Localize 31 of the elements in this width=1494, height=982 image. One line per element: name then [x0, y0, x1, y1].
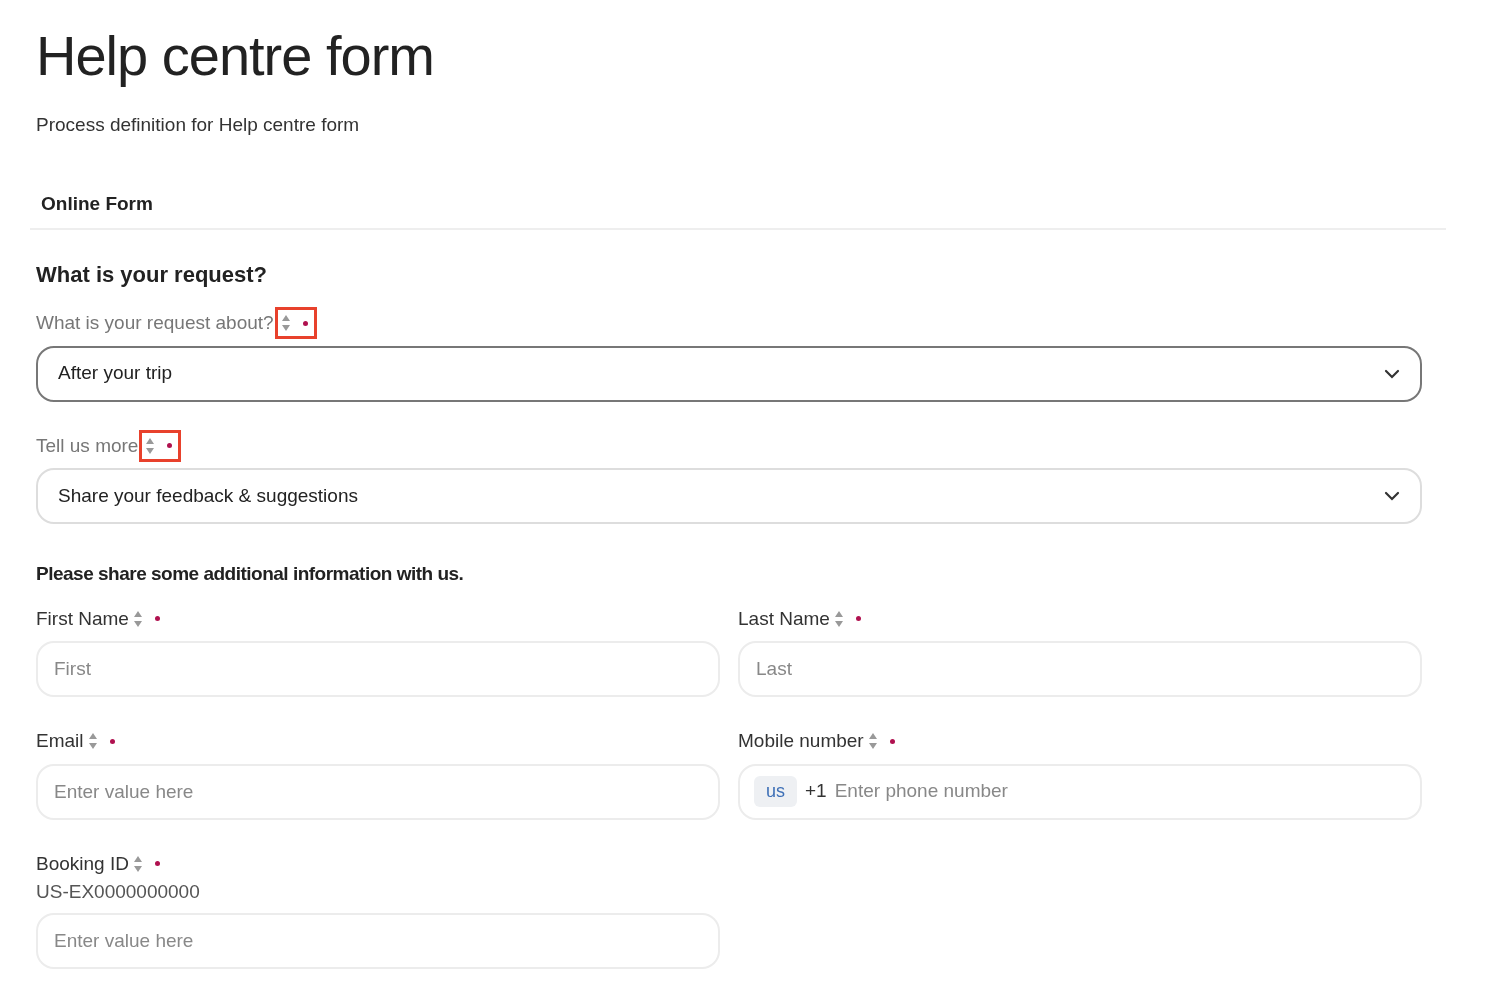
sort-icon[interactable]	[132, 609, 143, 628]
page-subtitle: Process definition for Help centre form	[36, 113, 361, 138]
input-field[interactable]: First	[36, 641, 720, 698]
sort-icon[interactable]	[867, 732, 878, 751]
country-code-button[interactable]: us	[754, 776, 797, 808]
field-label: First Name	[36, 606, 129, 631]
hint-text: US-EX0000000000	[36, 880, 201, 905]
dial-prefix: +1	[805, 779, 827, 804]
sort-icon[interactable]	[145, 436, 156, 455]
field-label: Email	[36, 729, 84, 754]
sort-icon[interactable]	[833, 609, 844, 628]
sort-icon[interactable]	[280, 314, 291, 333]
field-label: Mobile number	[738, 729, 864, 754]
input-field[interactable]: Enter value here	[36, 912, 720, 969]
select-field[interactable]: After your trip	[36, 345, 1422, 402]
select-field[interactable]: Share your feedback & suggestions	[36, 468, 1422, 525]
page-title: Help centre form	[36, 23, 435, 89]
chevron-down-icon	[1384, 491, 1400, 502]
section-heading: What is your request?	[36, 261, 269, 290]
sort-icon[interactable]	[132, 854, 143, 873]
field-label: Last Name	[738, 606, 830, 631]
field-label: Booking ID	[36, 851, 129, 876]
section-heading: Please share some additional information with us.	[36, 562, 465, 587]
chevron-down-icon	[1384, 368, 1400, 379]
field-label: What is your request about?	[36, 311, 274, 336]
input-field[interactable]: Enter value here	[36, 763, 720, 820]
sort-icon[interactable]	[87, 732, 98, 751]
tab[interactable]: Online Form	[41, 189, 153, 219]
phone-field[interactable]: us +1 Enter phone number	[738, 763, 1422, 820]
field-label: Tell us more	[36, 433, 139, 458]
input-field[interactable]: Last	[738, 641, 1422, 698]
